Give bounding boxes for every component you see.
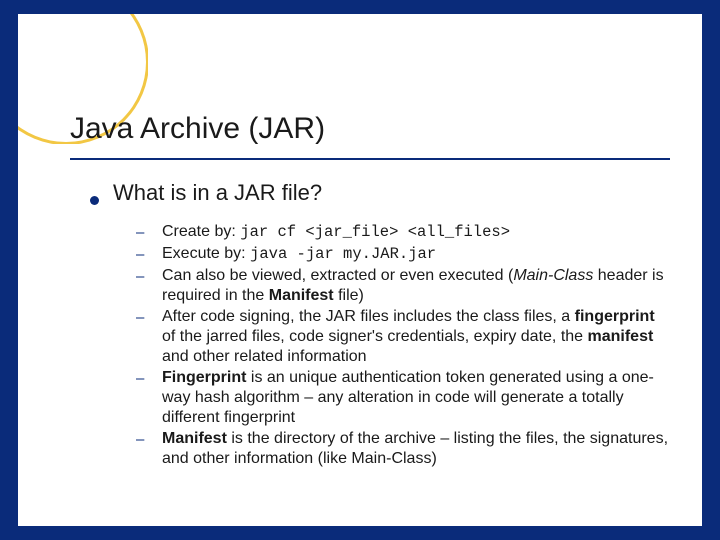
list-item-text: Execute by: java -jar my.JAR.jar xyxy=(162,244,436,264)
dash-bullet-icon: – xyxy=(136,429,162,450)
list-item: –Manifest is the directory of the archiv… xyxy=(136,429,668,469)
list-item: –Fingerprint is an unique authentication… xyxy=(136,368,668,428)
list-item-text: After code signing, the JAR files includ… xyxy=(162,307,668,367)
dash-bullet-icon: – xyxy=(136,222,162,243)
bullet-level1: What is in a JAR file? xyxy=(90,180,668,206)
slide-title: Java Archive (JAR) xyxy=(70,112,325,146)
bullet-disc-icon xyxy=(90,196,99,205)
list-item: –After code signing, the JAR files inclu… xyxy=(136,307,668,367)
title-underline xyxy=(70,158,670,160)
list-item: –Can also be viewed, extracted or even e… xyxy=(136,266,668,306)
level1-text: What is in a JAR file? xyxy=(113,180,322,206)
list-item-text: Can also be viewed, extracted or even ex… xyxy=(162,266,668,306)
level2-list: –Create by: jar cf <jar_file> <all_files… xyxy=(136,222,668,469)
dash-bullet-icon: – xyxy=(136,244,162,265)
dash-bullet-icon: – xyxy=(136,368,162,389)
list-item-text: Fingerprint is an unique authentication … xyxy=(162,368,668,428)
code-span: jar cf <jar_file> <all_files> xyxy=(240,223,510,241)
code-span: java -jar my.JAR.jar xyxy=(250,245,436,263)
list-item-text: Create by: jar cf <jar_file> <all_files> xyxy=(162,222,510,242)
dash-bullet-icon: – xyxy=(136,266,162,287)
slide-body: What is in a JAR file? –Create by: jar c… xyxy=(90,180,668,470)
list-item: –Create by: jar cf <jar_file> <all_files… xyxy=(136,222,668,243)
slide: Java Archive (JAR) What is in a JAR file… xyxy=(18,14,702,526)
list-item: –Execute by: java -jar my.JAR.jar xyxy=(136,244,668,265)
dash-bullet-icon: – xyxy=(136,307,162,328)
list-item-text: Manifest is the directory of the archive… xyxy=(162,429,668,469)
